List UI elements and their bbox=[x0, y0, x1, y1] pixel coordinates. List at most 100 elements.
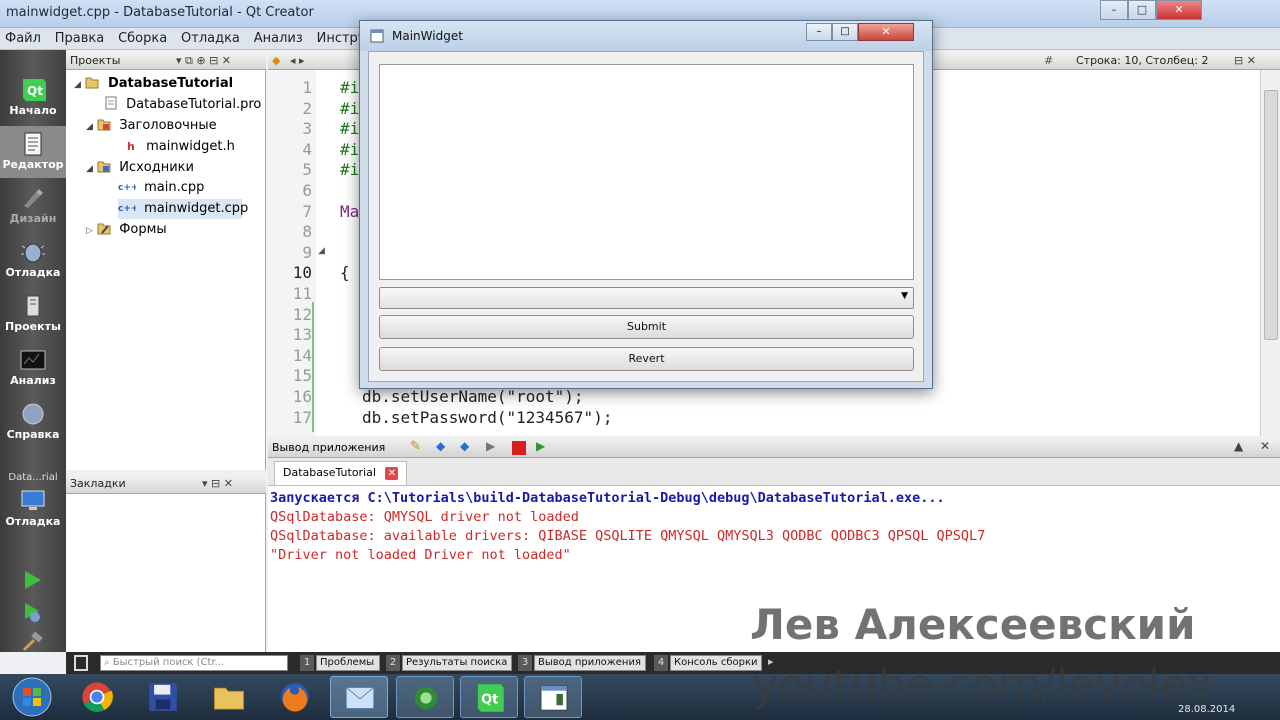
mode-debug[interactable]: Отладка bbox=[0, 234, 66, 286]
minimize-button[interactable]: – bbox=[1100, 0, 1128, 20]
pane-controls-icon[interactable]: ▾ ⊟ ✕ bbox=[202, 474, 233, 494]
bookmarks-pane bbox=[66, 494, 266, 652]
fold-marker-icon[interactable]: ◢ bbox=[318, 246, 325, 256]
maximize-button[interactable]: □ bbox=[1128, 0, 1156, 20]
output-line: QSqlDatabase: available drivers: QIBASE … bbox=[270, 528, 986, 544]
design-icon bbox=[24, 189, 43, 208]
menu-file[interactable]: Файл bbox=[0, 28, 46, 50]
nav-forward-icon[interactable]: ◂ ▸ bbox=[290, 54, 305, 67]
mode-label: Проекты bbox=[5, 320, 61, 333]
revert-button[interactable]: Revert bbox=[379, 347, 914, 371]
expand-arrow-icon[interactable]: ◢ bbox=[86, 122, 93, 132]
tree-item-sources[interactable]: ◢ Исходники bbox=[86, 158, 194, 178]
code-line: db.setUserName("root"); bbox=[362, 387, 584, 406]
mode-help[interactable]: Справка bbox=[0, 396, 66, 448]
taskbar-window-app[interactable] bbox=[524, 676, 582, 718]
dialog-minimize-button[interactable]: – bbox=[806, 23, 832, 41]
analyze-icon bbox=[20, 350, 46, 370]
submit-button[interactable]: Submit bbox=[379, 315, 914, 339]
quick-search-input[interactable]: ⌕ Быстрый поиск (Ctr... bbox=[100, 655, 288, 671]
project-tree: ◢ DatabaseTutorial DatabaseTutorial.pro … bbox=[66, 70, 266, 470]
driver-combobox[interactable]: ▼ bbox=[379, 287, 914, 309]
cursor-info: Строка: 10, Столбец: 2 bbox=[1076, 54, 1209, 67]
tab-compile-output[interactable]: Консоль сборки bbox=[670, 655, 762, 671]
prev-item-icon[interactable]: ◆ bbox=[436, 439, 445, 453]
taskbar-network-app[interactable] bbox=[396, 676, 454, 718]
tab-application-output[interactable]: Вывод приложения bbox=[534, 655, 646, 671]
taskbar-firefox[interactable] bbox=[266, 676, 324, 718]
debug-run-button[interactable] bbox=[20, 600, 44, 624]
dialog-maximize-button[interactable]: □ bbox=[832, 23, 858, 41]
projects-pane-title[interactable]: Проекты bbox=[70, 54, 121, 67]
output-line: "Driver not loaded Driver not loaded" bbox=[270, 547, 571, 563]
mode-projects[interactable]: Проекты bbox=[0, 288, 66, 340]
taskbar-chrome[interactable] bbox=[68, 676, 126, 718]
code-line: #i bbox=[340, 140, 360, 159]
text-edit[interactable] bbox=[379, 64, 914, 280]
line-number: 17 bbox=[292, 408, 312, 427]
editor-scrollbar[interactable] bbox=[1260, 70, 1280, 436]
expand-arrow-icon[interactable]: ◢ bbox=[86, 164, 93, 174]
tree-item-label: DatabaseTutorial bbox=[107, 76, 234, 91]
maximize-pane-icon[interactable]: ▲ bbox=[1234, 439, 1243, 453]
mode-analyze[interactable]: Анализ bbox=[0, 342, 66, 394]
tree-item-pro[interactable]: DatabaseTutorial.pro bbox=[104, 95, 261, 115]
mode-label: Редактор bbox=[2, 158, 64, 171]
toggle-sidebar-icon[interactable] bbox=[74, 655, 88, 671]
monitor-icon bbox=[21, 490, 45, 510]
filter-icon[interactable]: ▾ ⧉ ⊕ ⊟ ✕ bbox=[176, 52, 231, 70]
build-button[interactable] bbox=[20, 631, 44, 652]
dialog-close-button[interactable]: ✕ bbox=[858, 23, 914, 41]
kit-selector[interactable]: Data...rial Отладка bbox=[0, 470, 66, 540]
windows-start-icon bbox=[12, 677, 52, 717]
taskbar-save-app[interactable] bbox=[134, 676, 192, 718]
close-button[interactable]: ✕ bbox=[1156, 0, 1202, 20]
tree-item-mainwidget-h[interactable]: h mainwidget.h bbox=[124, 137, 235, 157]
menu-build[interactable]: Сборка bbox=[113, 28, 172, 50]
menu-edit[interactable]: Правка bbox=[50, 28, 109, 50]
tree-item-project[interactable]: ◢ DatabaseTutorial bbox=[74, 74, 233, 94]
firefox-icon bbox=[281, 683, 309, 712]
line-number: 12 bbox=[292, 305, 312, 324]
nav-back-icon[interactable]: ◆ bbox=[272, 54, 280, 67]
tab-number: 1 bbox=[300, 655, 314, 671]
mode-welcome[interactable]: Qt Начало bbox=[0, 72, 66, 124]
expand-arrow-icon[interactable]: ◢ bbox=[74, 80, 81, 90]
scrollbar-thumb[interactable] bbox=[1264, 90, 1278, 340]
collapse-arrow-icon[interactable]: ▷ bbox=[86, 226, 93, 236]
tree-item-forms[interactable]: ▷ Формы bbox=[86, 220, 167, 240]
attach-debugger-icon[interactable]: ▶ bbox=[536, 439, 545, 453]
output-tab[interactable]: DatabaseTutorial ✕ bbox=[274, 461, 408, 485]
mode-editor[interactable]: Редактор bbox=[0, 126, 66, 178]
split-icon[interactable]: ⊟ ✕ bbox=[1234, 52, 1256, 70]
line-number: 1 bbox=[302, 78, 312, 97]
clear-output-icon[interactable]: ✎ bbox=[410, 439, 421, 454]
line-number: 2 bbox=[302, 99, 312, 118]
taskbar-explorer[interactable] bbox=[200, 676, 258, 718]
menu-debug[interactable]: Отладка bbox=[176, 28, 245, 50]
change-marker bbox=[312, 302, 314, 432]
tree-item-mainwidget-cpp[interactable]: c++ mainwidget.cpp bbox=[118, 199, 248, 219]
close-tab-icon[interactable]: ✕ bbox=[385, 467, 399, 480]
mode-design[interactable]: Дизайн bbox=[0, 180, 66, 232]
line-number: 8 bbox=[302, 222, 312, 241]
output-tab-label: DatabaseTutorial bbox=[283, 466, 376, 479]
line-number-current: 10 bbox=[292, 263, 312, 282]
rerun-icon[interactable]: ▶ bbox=[486, 439, 495, 453]
tree-item-label: main.cpp bbox=[144, 180, 205, 195]
menu-analyze[interactable]: Анализ bbox=[249, 28, 308, 50]
run-button[interactable] bbox=[20, 568, 44, 592]
taskbar-mail-app[interactable] bbox=[330, 676, 388, 718]
close-pane-icon[interactable]: ✕ bbox=[1260, 439, 1270, 453]
tree-item-main-cpp[interactable]: c++ main.cpp bbox=[118, 178, 204, 198]
symbol-icon[interactable]: # bbox=[1044, 52, 1053, 70]
mainwidget-window: MainWidget – □ ✕ ▼ Submit Revert bbox=[359, 20, 933, 389]
taskbar-qt-creator[interactable]: Qt bbox=[460, 676, 518, 718]
next-item-icon[interactable]: ◆ bbox=[460, 439, 469, 453]
tab-search-results[interactable]: Результаты поиска bbox=[402, 655, 512, 671]
start-button[interactable] bbox=[4, 676, 60, 718]
stop-icon[interactable] bbox=[512, 441, 526, 455]
bookmarks-title[interactable]: Закладки bbox=[70, 477, 126, 490]
tree-item-headers[interactable]: ◢ Заголовочные bbox=[86, 116, 217, 136]
tab-problems[interactable]: Проблемы bbox=[316, 655, 380, 671]
